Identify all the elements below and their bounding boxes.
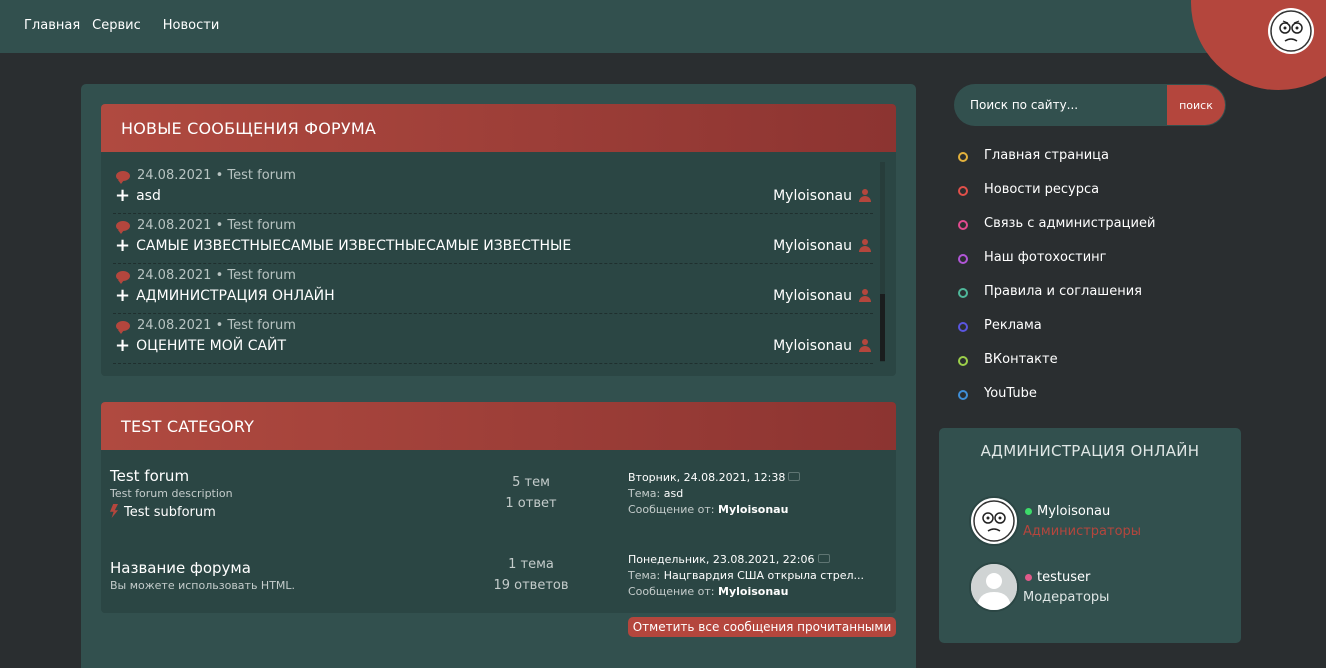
status-dot <box>1025 574 1032 581</box>
meme-face-icon <box>1270 10 1312 52</box>
sidebar-links: Главная страница Новости ресурса Связь с… <box>958 148 1155 420</box>
circle-icon <box>958 390 968 400</box>
nav-item-home[interactable]: Главная <box>24 18 80 33</box>
last-post-date: Понедельник, 23.08.2021, 22:06 <box>628 553 815 566</box>
news-item-meta: 24.08.2021 • Test forum <box>116 318 296 334</box>
search-button[interactable]: поиск <box>1167 85 1225 125</box>
forum-last-post: Вторник, 24.08.2021, 12:38 Тема: asd Соо… <box>628 470 801 518</box>
news-item[interactable]: 24.08.2021 • Test forum + asd Myloisonau <box>113 164 873 214</box>
online-user-role: Модераторы <box>1023 590 1110 605</box>
plus-icon[interactable]: + <box>115 337 130 355</box>
news-item-author[interactable]: Myloisonau <box>773 238 871 254</box>
news-item[interactable]: 24.08.2021 • Test forum + ОЦЕНИТЕ МОЙ САЙ… <box>113 314 873 364</box>
forum-row: Название форума Вы можете использовать H… <box>101 552 896 612</box>
circle-icon <box>958 356 968 366</box>
circle-icon <box>958 254 968 264</box>
online-admins-panel: АДМИНИСТРАЦИЯ ОНЛАЙН Myloisonau Админист… <box>939 428 1241 643</box>
circle-icon <box>958 288 968 298</box>
user-icon <box>859 239 871 253</box>
forum-last-post: Понедельник, 23.08.2021, 22:06 Тема: Нац… <box>628 553 864 598</box>
sidebar-link-ads[interactable]: Реклама <box>958 318 1155 352</box>
news-item-author[interactable]: Myloisonau <box>773 338 871 354</box>
sidebar-link-rules[interactable]: Правила и соглашения <box>958 284 1155 318</box>
online-user-role: Администраторы <box>1023 524 1142 539</box>
news-item[interactable]: 24.08.2021 • Test forum + САМЫЕ ИЗВЕСТНЫЕ… <box>113 214 873 264</box>
news-item-topic[interactable]: + ОЦЕНИТЕ МОЙ САЙТ <box>115 337 286 355</box>
nav-item-news[interactable]: Новости <box>163 18 220 33</box>
news-item-topic[interactable]: + САМЫЕ ИЗВЕСТНЫЕСАМЫЕ ИЗВЕСТНЫЕСАМЫЕ ИЗВ… <box>115 237 571 255</box>
circle-icon <box>958 152 968 162</box>
search-input[interactable] <box>970 84 1160 126</box>
user-icon <box>859 189 871 203</box>
sidebar-link-news[interactable]: Новости ресурса <box>958 182 1155 216</box>
online-user-name[interactable]: testuser <box>1025 570 1090 585</box>
forum-stats: 1 тема 19 ответов <box>481 554 581 596</box>
user-icon <box>859 339 871 353</box>
user-avatar[interactable] <box>1268 8 1314 54</box>
user-avatar[interactable] <box>969 562 1019 612</box>
news-block-title: НОВЫЕ СООБЩЕНИЯ ФОРУМА <box>101 104 896 152</box>
sidebar-link-home[interactable]: Главная страница <box>958 148 1155 182</box>
online-user-name[interactable]: Myloisonau <box>1025 504 1110 519</box>
news-item-author[interactable]: Myloisonau <box>773 188 871 204</box>
search-box: поиск <box>954 84 1226 126</box>
sidebar-link-vk[interactable]: ВКонтакте <box>958 352 1155 386</box>
bolt-icon <box>110 504 118 518</box>
forum-topics-count: 1 тема <box>508 557 554 572</box>
news-item-forum[interactable]: Test forum <box>227 168 296 183</box>
subforum-link[interactable]: Test subforum <box>110 504 216 520</box>
comment-icon <box>116 170 130 184</box>
last-post-topic[interactable]: asd <box>664 487 683 500</box>
chat-icon[interactable] <box>817 554 830 563</box>
chat-icon[interactable] <box>788 472 801 481</box>
news-scrollbar-thumb[interactable] <box>880 294 885 361</box>
news-item-forum[interactable]: Test forum <box>227 318 296 333</box>
news-item-topic[interactable]: + АДМИНИСТРАЦИЯ ОНЛАЙН <box>115 287 335 305</box>
forum-name[interactable]: Название форума <box>110 559 251 577</box>
nav-item-service[interactable]: Сервис <box>92 18 141 33</box>
last-post-author[interactable]: Myloisonau <box>718 585 788 598</box>
forum-row: Test forum Test forum description Test s… <box>101 460 896 530</box>
news-item[interactable]: 24.08.2021 • Test forum + АДМИНИСТРАЦИЯ О… <box>113 264 873 314</box>
news-item-forum[interactable]: Test forum <box>227 268 296 283</box>
mark-all-read-button[interactable]: Отметить все сообщения прочитанными <box>628 617 896 637</box>
plus-icon[interactable]: + <box>115 237 130 255</box>
default-user-icon <box>971 564 1017 610</box>
news-item-forum[interactable]: Test forum <box>227 218 296 233</box>
forum-replies-count: 19 ответов <box>493 578 569 593</box>
meme-face-icon <box>973 500 1015 542</box>
comment-icon <box>116 320 130 334</box>
comment-icon <box>116 270 130 284</box>
forum-name[interactable]: Test forum <box>110 467 189 485</box>
online-admins-title: АДМИНИСТРАЦИЯ ОНЛАЙН <box>980 442 1200 460</box>
news-item-meta: 24.08.2021 • Test forum <box>116 268 296 284</box>
last-post-date: Вторник, 24.08.2021, 12:38 <box>628 471 786 484</box>
circle-icon <box>958 186 968 196</box>
forum-topics-count: 5 тем <box>512 475 550 490</box>
category-title: TEST CATEGORY <box>101 402 896 450</box>
top-nav: Главная Сервис Новости <box>24 18 219 33</box>
plus-icon[interactable]: + <box>115 287 130 305</box>
forum-description: Вы можете использовать HTML. <box>110 579 296 592</box>
news-item-meta: 24.08.2021 • Test forum <box>116 218 296 234</box>
plus-icon[interactable]: + <box>115 187 130 205</box>
news-item-author[interactable]: Myloisonau <box>773 288 871 304</box>
news-block: НОВЫЕ СООБЩЕНИЯ ФОРУМА 24.08.2021 • Test… <box>101 104 896 376</box>
circle-icon <box>958 220 968 230</box>
last-post-author[interactable]: Myloisonau <box>718 503 788 516</box>
status-dot <box>1025 508 1032 515</box>
sidebar-link-contact[interactable]: Связь с администрацией <box>958 216 1155 250</box>
forum-replies-count: 1 ответ <box>505 496 557 511</box>
comment-icon <box>116 220 130 234</box>
forum-stats: 5 тем 1 ответ <box>481 472 581 514</box>
news-item-topic[interactable]: + asd <box>115 187 161 205</box>
sidebar-link-youtube[interactable]: YouTube <box>958 386 1155 420</box>
user-avatar[interactable] <box>969 496 1019 546</box>
circle-icon <box>958 322 968 332</box>
sidebar-link-photohosting[interactable]: Наш фотохостинг <box>958 250 1155 284</box>
forum-description: Test forum description <box>110 487 233 500</box>
last-post-topic[interactable]: Нацгвардия США открыла стрел... <box>664 569 864 582</box>
news-item-meta: 24.08.2021 • Test forum <box>116 168 296 184</box>
user-icon <box>859 289 871 303</box>
